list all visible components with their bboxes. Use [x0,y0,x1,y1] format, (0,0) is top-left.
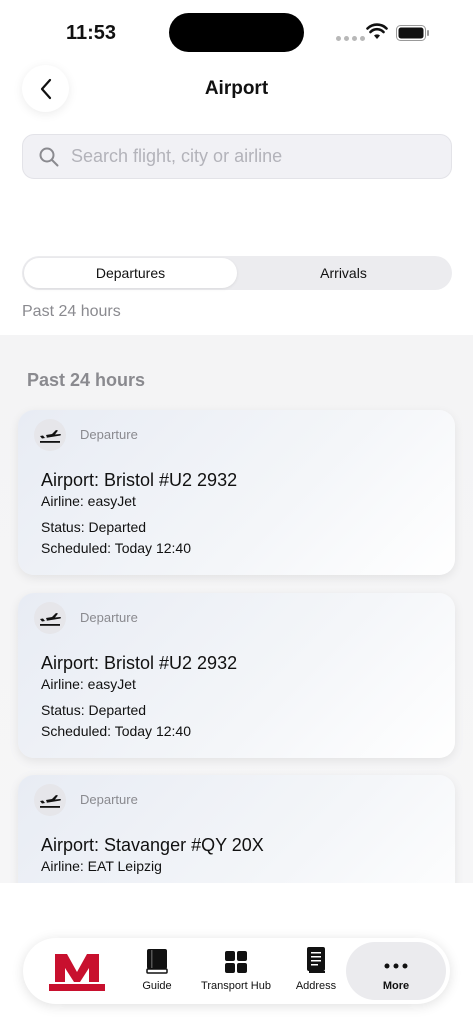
book-icon [146,949,168,974]
time-filter-label[interactable]: Past 24 hours [22,303,121,321]
flight-card[interactable]: Departure Airport: Stavanger #QY 20X Air… [18,775,455,883]
tab-transport-hub-label: Transport Hub [201,980,271,992]
airplane-departure-icon [34,784,66,816]
search-bar[interactable] [22,134,452,179]
battery-icon [396,25,429,41]
flight-airline: Airline: easyJet [41,493,136,509]
airplane-departure-icon [34,419,66,451]
bottom-tab-bar: Guide Transport Hub Address More [23,938,450,1004]
flight-type: Departure [80,792,138,807]
grid-icon [225,951,247,973]
tab-arrivals[interactable]: Arrivals [237,258,450,288]
dynamic-island [169,13,304,52]
tab-address[interactable]: Address [289,938,343,1004]
signal-icon [336,36,365,41]
tab-more-label: More [382,980,410,992]
tab-departures[interactable]: Departures [24,258,237,288]
flight-type: Departure [80,610,138,625]
status-bar: 11:53 [0,0,473,60]
address-book-icon [307,947,325,973]
flight-airline: Airline: EAT Leipzig [41,858,162,874]
flight-status: Status: Departed [41,519,147,535]
airplane-departure-icon [34,602,66,634]
section-title: Past 24 hours [27,370,146,390]
flight-scheduled: Scheduled: Today 12:40 [41,540,191,556]
flight-card[interactable]: Departure Airport: Bristol #U2 2932 Airl… [18,410,455,575]
flight-airport: Airport: Bristol #U2 2932 [41,470,238,490]
tab-transport-hub[interactable]: Transport Hub [191,938,281,1004]
wifi-icon [366,23,388,39]
departures-arrivals-toggle: Departures Arrivals [22,256,452,290]
metro-logo-icon[interactable] [49,950,105,992]
flight-type: Departure [80,427,138,442]
flight-airline: Airline: easyJet [41,676,136,692]
search-icon [39,147,59,166]
flight-card[interactable]: Departure Airport: Bristol #U2 2932 Airl… [18,593,455,758]
status-time: 11:53 [66,22,117,44]
tab-more[interactable]: More [346,942,446,1000]
flight-scheduled: Scheduled: Today 12:40 [41,723,191,739]
flight-status: Status: Departed [41,702,147,718]
search-input[interactable] [71,146,411,167]
tab-address-label: Address [295,980,337,992]
tab-guide[interactable]: Guide [129,938,185,1004]
more-dots-icon [384,963,408,969]
page-title: Airport [204,78,269,99]
flight-airport: Airport: Stavanger #QY 20X [41,835,264,855]
flights-list: Past 24 hours Departure Airport: Bristol… [0,335,473,883]
flight-airport: Airport: Bristol #U2 2932 [41,653,238,673]
tab-guide-label: Guide [142,980,172,992]
